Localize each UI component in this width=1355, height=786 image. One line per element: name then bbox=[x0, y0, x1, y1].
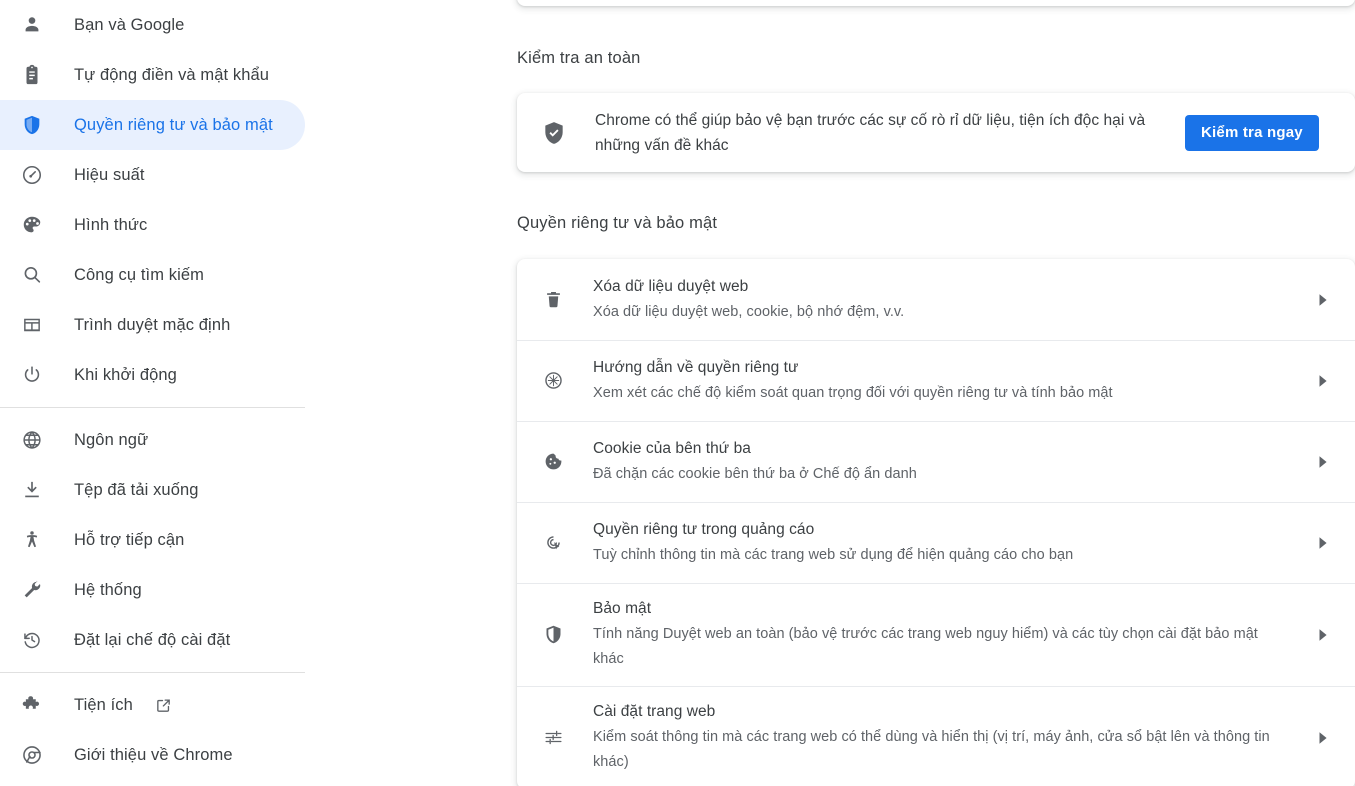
list-item-title: Hướng dẫn về quyền riêng tư bbox=[593, 358, 799, 376]
sidebar-item-label: Hệ thống bbox=[74, 580, 142, 599]
sidebar-group-primary: Bạn và Google Tự động điền và mật khẩu Q… bbox=[0, 0, 500, 400]
sidebar-item-label: Tự động điền và mật khẩu bbox=[74, 65, 270, 84]
safety-check-description: Chrome có thể giúp bảo vệ bạn trước các … bbox=[595, 111, 1146, 154]
list-item-text: Hướng dẫn về quyền riêng tư Xem xét các … bbox=[593, 342, 1301, 420]
power-icon bbox=[20, 363, 44, 387]
sidebar-item-label: Ngôn ngữ bbox=[74, 430, 149, 449]
cookie-icon bbox=[541, 450, 565, 474]
browser-window-icon bbox=[20, 313, 44, 337]
sidebar-item-label: Đặt lại chế độ cài đặt bbox=[74, 630, 231, 649]
sidebar-item-privacy-and-security[interactable]: Quyền riêng tư và bảo mật bbox=[0, 100, 305, 150]
sidebar-item-languages[interactable]: Ngôn ngữ bbox=[0, 415, 305, 465]
sidebar-item-system[interactable]: Hệ thống bbox=[0, 565, 305, 615]
list-item-text: Cài đặt trang web Kiểm soát thông tin mà… bbox=[593, 686, 1301, 786]
list-item-text: Quyền riêng tư trong quảng cáo Tuỳ chỉnh… bbox=[593, 504, 1301, 582]
security-shield-icon bbox=[541, 623, 565, 647]
list-item-clear-browsing-data[interactable]: Xóa dữ liệu duyệt web Xóa dữ liệu duyệt … bbox=[517, 259, 1355, 340]
privacy-section-heading: Quyền riêng tư và bảo mật bbox=[517, 214, 718, 232]
chrome-icon bbox=[20, 743, 44, 767]
sidebar-group-advanced: Ngôn ngữ Tệp đã tải xuống Hỗ trợ tiếp cậ… bbox=[0, 415, 500, 665]
list-item-text: Xóa dữ liệu duyệt web Xóa dữ liệu duyệt … bbox=[593, 261, 1301, 339]
sidebar-item-label: Tệp đã tải xuống bbox=[74, 480, 199, 499]
sidebar-item-about-chrome[interactable]: Giới thiệu về Chrome bbox=[0, 730, 305, 780]
chevron-right-icon[interactable] bbox=[1313, 452, 1333, 472]
check-now-button[interactable]: Kiểm tra ngay bbox=[1185, 114, 1319, 151]
list-item-subtitle: Kiểm soát thông tin mà các trang web có … bbox=[593, 729, 1270, 770]
chevron-right-icon[interactable] bbox=[1313, 290, 1333, 310]
previous-section-card bbox=[517, 0, 1355, 6]
list-item-title: Quyền riêng tư trong quảng cáo bbox=[593, 520, 815, 538]
list-item-title: Bảo mật bbox=[593, 600, 652, 617]
person-icon bbox=[20, 13, 44, 37]
accessibility-icon bbox=[20, 528, 44, 552]
compass-icon bbox=[541, 369, 565, 393]
list-item-text: Bảo mật Tính năng Duyệt web an toàn (bảo… bbox=[593, 583, 1301, 686]
safety-check-heading: Kiểm tra an toàn bbox=[517, 49, 641, 67]
sidebar-item-search-engine[interactable]: Công cụ tìm kiếm bbox=[0, 250, 305, 300]
sidebar-item-autofill[interactable]: Tự động điền và mật khẩu bbox=[0, 50, 305, 100]
list-item-ad-privacy[interactable]: Quyền riêng tư trong quảng cáo Tuỳ chỉnh… bbox=[517, 502, 1355, 583]
palette-icon bbox=[20, 213, 44, 237]
chevron-right-icon[interactable] bbox=[1313, 728, 1333, 748]
sidebar-item-default-browser[interactable]: Trình duyệt mặc định bbox=[0, 300, 305, 350]
sidebar-item-label: Tiện ích bbox=[74, 695, 133, 714]
wrench-icon bbox=[20, 578, 44, 602]
sidebar-item-label: Công cụ tìm kiếm bbox=[74, 265, 204, 284]
sidebar-item-label: Hình thức bbox=[74, 215, 148, 234]
sidebar-item-label: Trình duyệt mặc định bbox=[74, 315, 231, 334]
sidebar-divider bbox=[0, 407, 305, 408]
sidebar-item-on-startup[interactable]: Khi khởi động bbox=[0, 350, 305, 400]
list-item-subtitle: Đã chặn các cookie bên thứ ba ở Chế độ ẩ… bbox=[593, 465, 917, 482]
list-item-text: Cookie của bên thứ ba Đã chặn các cookie… bbox=[593, 423, 1301, 501]
list-item-subtitle: Xóa dữ liệu duyệt web, cookie, bộ nhớ đệ… bbox=[593, 303, 905, 320]
download-icon bbox=[20, 478, 44, 502]
sidebar-item-appearance[interactable]: Hình thức bbox=[0, 200, 305, 250]
sidebar-divider bbox=[0, 672, 305, 673]
list-item-privacy-guide[interactable]: Hướng dẫn về quyền riêng tư Xem xét các … bbox=[517, 340, 1355, 421]
sidebar-group-footer: Tiện ích Giới thiệu về Chrome bbox=[0, 680, 500, 780]
sidebar-item-extensions[interactable]: Tiện ích bbox=[0, 680, 305, 730]
sidebar-item-performance[interactable]: Hiệu suất bbox=[0, 150, 305, 200]
speedometer-icon bbox=[20, 163, 44, 187]
sidebar-item-label: Bạn và Google bbox=[74, 15, 185, 34]
list-item-third-party-cookies[interactable]: Cookie của bên thứ ba Đã chặn các cookie… bbox=[517, 421, 1355, 502]
restore-icon bbox=[20, 628, 44, 652]
list-item-security[interactable]: Bảo mật Tính năng Duyệt web an toàn (bảo… bbox=[517, 583, 1355, 686]
external-link-icon bbox=[155, 696, 173, 714]
sidebar-item-you-and-google[interactable]: Bạn và Google bbox=[0, 0, 305, 50]
list-item-site-settings[interactable]: Cài đặt trang web Kiểm soát thông tin mà… bbox=[517, 686, 1355, 786]
sidebar-item-label: Khi khởi động bbox=[74, 365, 177, 384]
globe-icon bbox=[20, 428, 44, 452]
list-item-title: Xóa dữ liệu duyệt web bbox=[593, 277, 749, 295]
list-item-subtitle: Tính năng Duyệt web an toàn (bảo vệ trướ… bbox=[593, 626, 1258, 667]
settings-sidebar: Bạn và Google Tự động điền và mật khẩu Q… bbox=[0, 0, 500, 786]
puzzle-icon bbox=[20, 693, 44, 717]
settings-page: Bạn và Google Tự động điền và mật khẩu Q… bbox=[0, 0, 1355, 786]
chevron-right-icon[interactable] bbox=[1313, 533, 1333, 553]
shield-icon bbox=[20, 113, 44, 137]
list-item-title: Cài đặt trang web bbox=[593, 703, 716, 720]
trash-icon bbox=[541, 288, 565, 312]
sidebar-item-label: Hiệu suất bbox=[74, 165, 145, 184]
list-item-subtitle: Tuỳ chỉnh thông tin mà các trang web sử … bbox=[593, 546, 1074, 563]
list-item-title: Cookie của bên thứ ba bbox=[593, 439, 751, 457]
tune-icon bbox=[541, 726, 565, 750]
sidebar-item-label: Hỗ trợ tiếp cận bbox=[74, 530, 185, 549]
ad-privacy-icon bbox=[541, 531, 565, 555]
search-icon bbox=[20, 263, 44, 287]
chevron-right-icon[interactable] bbox=[1313, 371, 1333, 391]
safety-check-card: Chrome có thể giúp bảo vệ bạn trước các … bbox=[517, 93, 1355, 172]
sidebar-item-accessibility[interactable]: Hỗ trợ tiếp cận bbox=[0, 515, 305, 565]
chevron-right-icon[interactable] bbox=[1313, 625, 1333, 645]
sidebar-item-reset-settings[interactable]: Đặt lại chế độ cài đặt bbox=[0, 615, 305, 665]
privacy-settings-list: Xóa dữ liệu duyệt web Xóa dữ liệu duyệt … bbox=[517, 259, 1355, 786]
settings-main-content: Kiểm tra an toàn Chrome có thể giúp bảo … bbox=[500, 0, 1355, 786]
sidebar-item-label: Giới thiệu về Chrome bbox=[74, 745, 233, 764]
sidebar-item-downloads[interactable]: Tệp đã tải xuống bbox=[0, 465, 305, 515]
clipboard-icon bbox=[20, 63, 44, 87]
sidebar-item-label: Quyền riêng tư và bảo mật bbox=[74, 115, 273, 134]
shield-check-icon bbox=[541, 120, 567, 146]
list-item-subtitle: Xem xét các chế độ kiểm soát quan trọng … bbox=[593, 384, 1113, 401]
